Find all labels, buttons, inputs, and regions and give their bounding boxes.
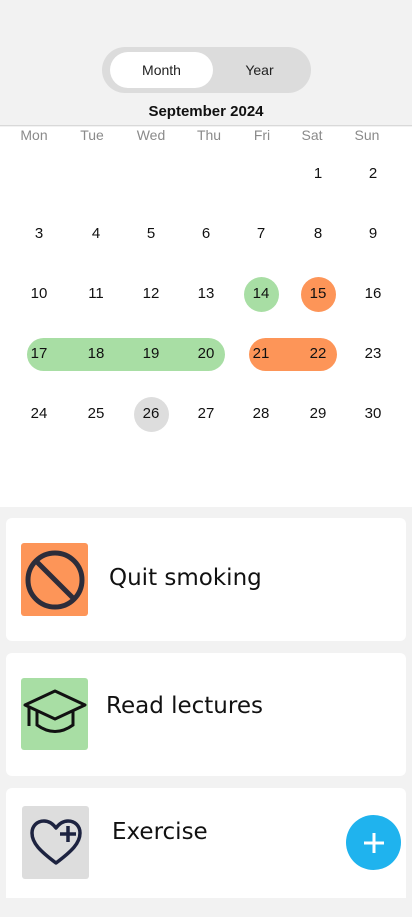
- graduation-cap-icon: [23, 689, 86, 733]
- view-toggle: Month Year: [102, 47, 311, 93]
- calendar-day[interactable]: 13: [186, 282, 226, 306]
- month-toggle-button[interactable]: Month: [110, 52, 213, 88]
- weekday-label: Wed: [136, 127, 166, 143]
- calendar-day[interactable]: 18: [76, 342, 116, 366]
- calendar-day[interactable]: 24: [19, 402, 59, 426]
- month-title: September 2024: [148, 103, 264, 120]
- habit-card-quit-smoking[interactable]: Quit smoking: [6, 518, 406, 641]
- calendar-day[interactable]: 25: [76, 402, 116, 426]
- habit-icon-tile: [22, 806, 89, 879]
- calendar-day[interactable]: 21: [241, 342, 281, 366]
- calendar-day[interactable]: 10: [19, 282, 59, 306]
- calendar-day[interactable]: 20: [186, 342, 226, 366]
- calendar-day[interactable]: 26: [131, 402, 171, 426]
- no-symbol-icon: [25, 550, 84, 609]
- calendar-header: Month Year September 2024: [0, 0, 412, 126]
- calendar-day[interactable]: 22: [298, 342, 338, 366]
- calendar-day[interactable]: 7: [241, 222, 281, 246]
- calendar-day[interactable]: 9: [353, 222, 393, 246]
- calendar-day[interactable]: 23: [353, 342, 393, 366]
- calendar-day[interactable]: 30: [353, 402, 393, 426]
- calendar-day[interactable]: 1: [298, 162, 338, 186]
- calendar-day[interactable]: 19: [131, 342, 171, 366]
- weekday-label: Mon: [20, 127, 48, 143]
- calendar-day[interactable]: 3: [19, 222, 59, 246]
- calendar-day[interactable]: 28: [241, 402, 281, 426]
- calendar-day[interactable]: 4: [76, 222, 116, 246]
- weekday-label: Sat: [301, 127, 323, 143]
- calendar-day[interactable]: 15: [298, 282, 338, 306]
- calendar-day[interactable]: 16: [353, 282, 393, 306]
- add-habit-button[interactable]: [346, 815, 401, 870]
- year-toggle-button[interactable]: Year: [208, 52, 311, 88]
- calendar-day[interactable]: 11: [76, 282, 116, 306]
- weekday-label: Fri: [253, 127, 271, 143]
- habit-icon-tile: [21, 678, 88, 750]
- weekday-label: Sun: [354, 127, 380, 143]
- calendar-day[interactable]: 14: [241, 282, 281, 306]
- plus-icon: [363, 832, 384, 853]
- heart-plus-icon: [29, 818, 82, 865]
- calendar-grid: Mon Tue Wed Thu Fri Sat Sun 1 2 3 4 5 6 7 8 9 10 1…: [0, 127, 412, 507]
- calendar-day[interactable]: 6: [186, 222, 226, 246]
- habit-icon-tile: [21, 543, 88, 616]
- calendar-day[interactable]: 5: [131, 222, 171, 246]
- calendar-day[interactable]: 27: [186, 402, 226, 426]
- weekday-label: Thu: [196, 127, 222, 143]
- calendar-day[interactable]: 2: [353, 162, 393, 186]
- habit-label: Read lectures: [106, 693, 263, 719]
- calendar-day[interactable]: 17: [19, 342, 59, 366]
- calendar-day[interactable]: 29: [298, 402, 338, 426]
- calendar-day[interactable]: 12: [131, 282, 171, 306]
- habit-card-read-lectures[interactable]: Read lectures: [6, 653, 406, 776]
- habit-label: Exercise: [112, 819, 208, 845]
- calendar-day[interactable]: 8: [298, 222, 338, 246]
- habit-label: Quit smoking: [109, 565, 262, 591]
- weekday-label: Tue: [80, 127, 104, 143]
